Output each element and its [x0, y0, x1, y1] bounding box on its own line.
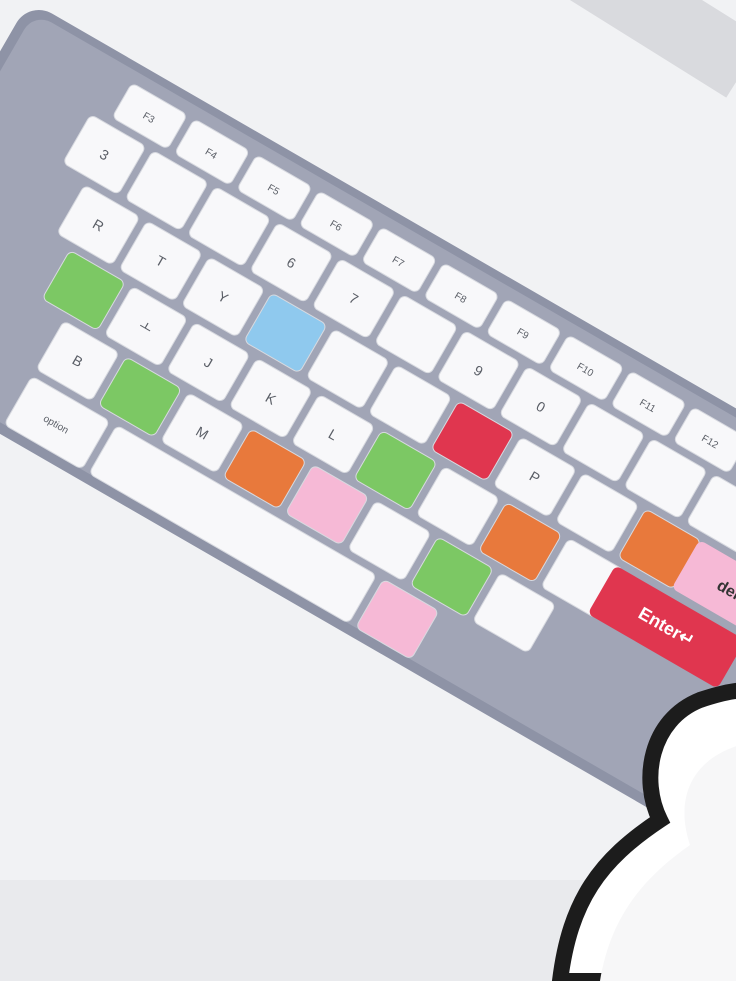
- keyboard-photo: F3F4F5F6F7F8F9F10F11F1236790RTYPㅗJKLBMop…: [0, 0, 736, 981]
